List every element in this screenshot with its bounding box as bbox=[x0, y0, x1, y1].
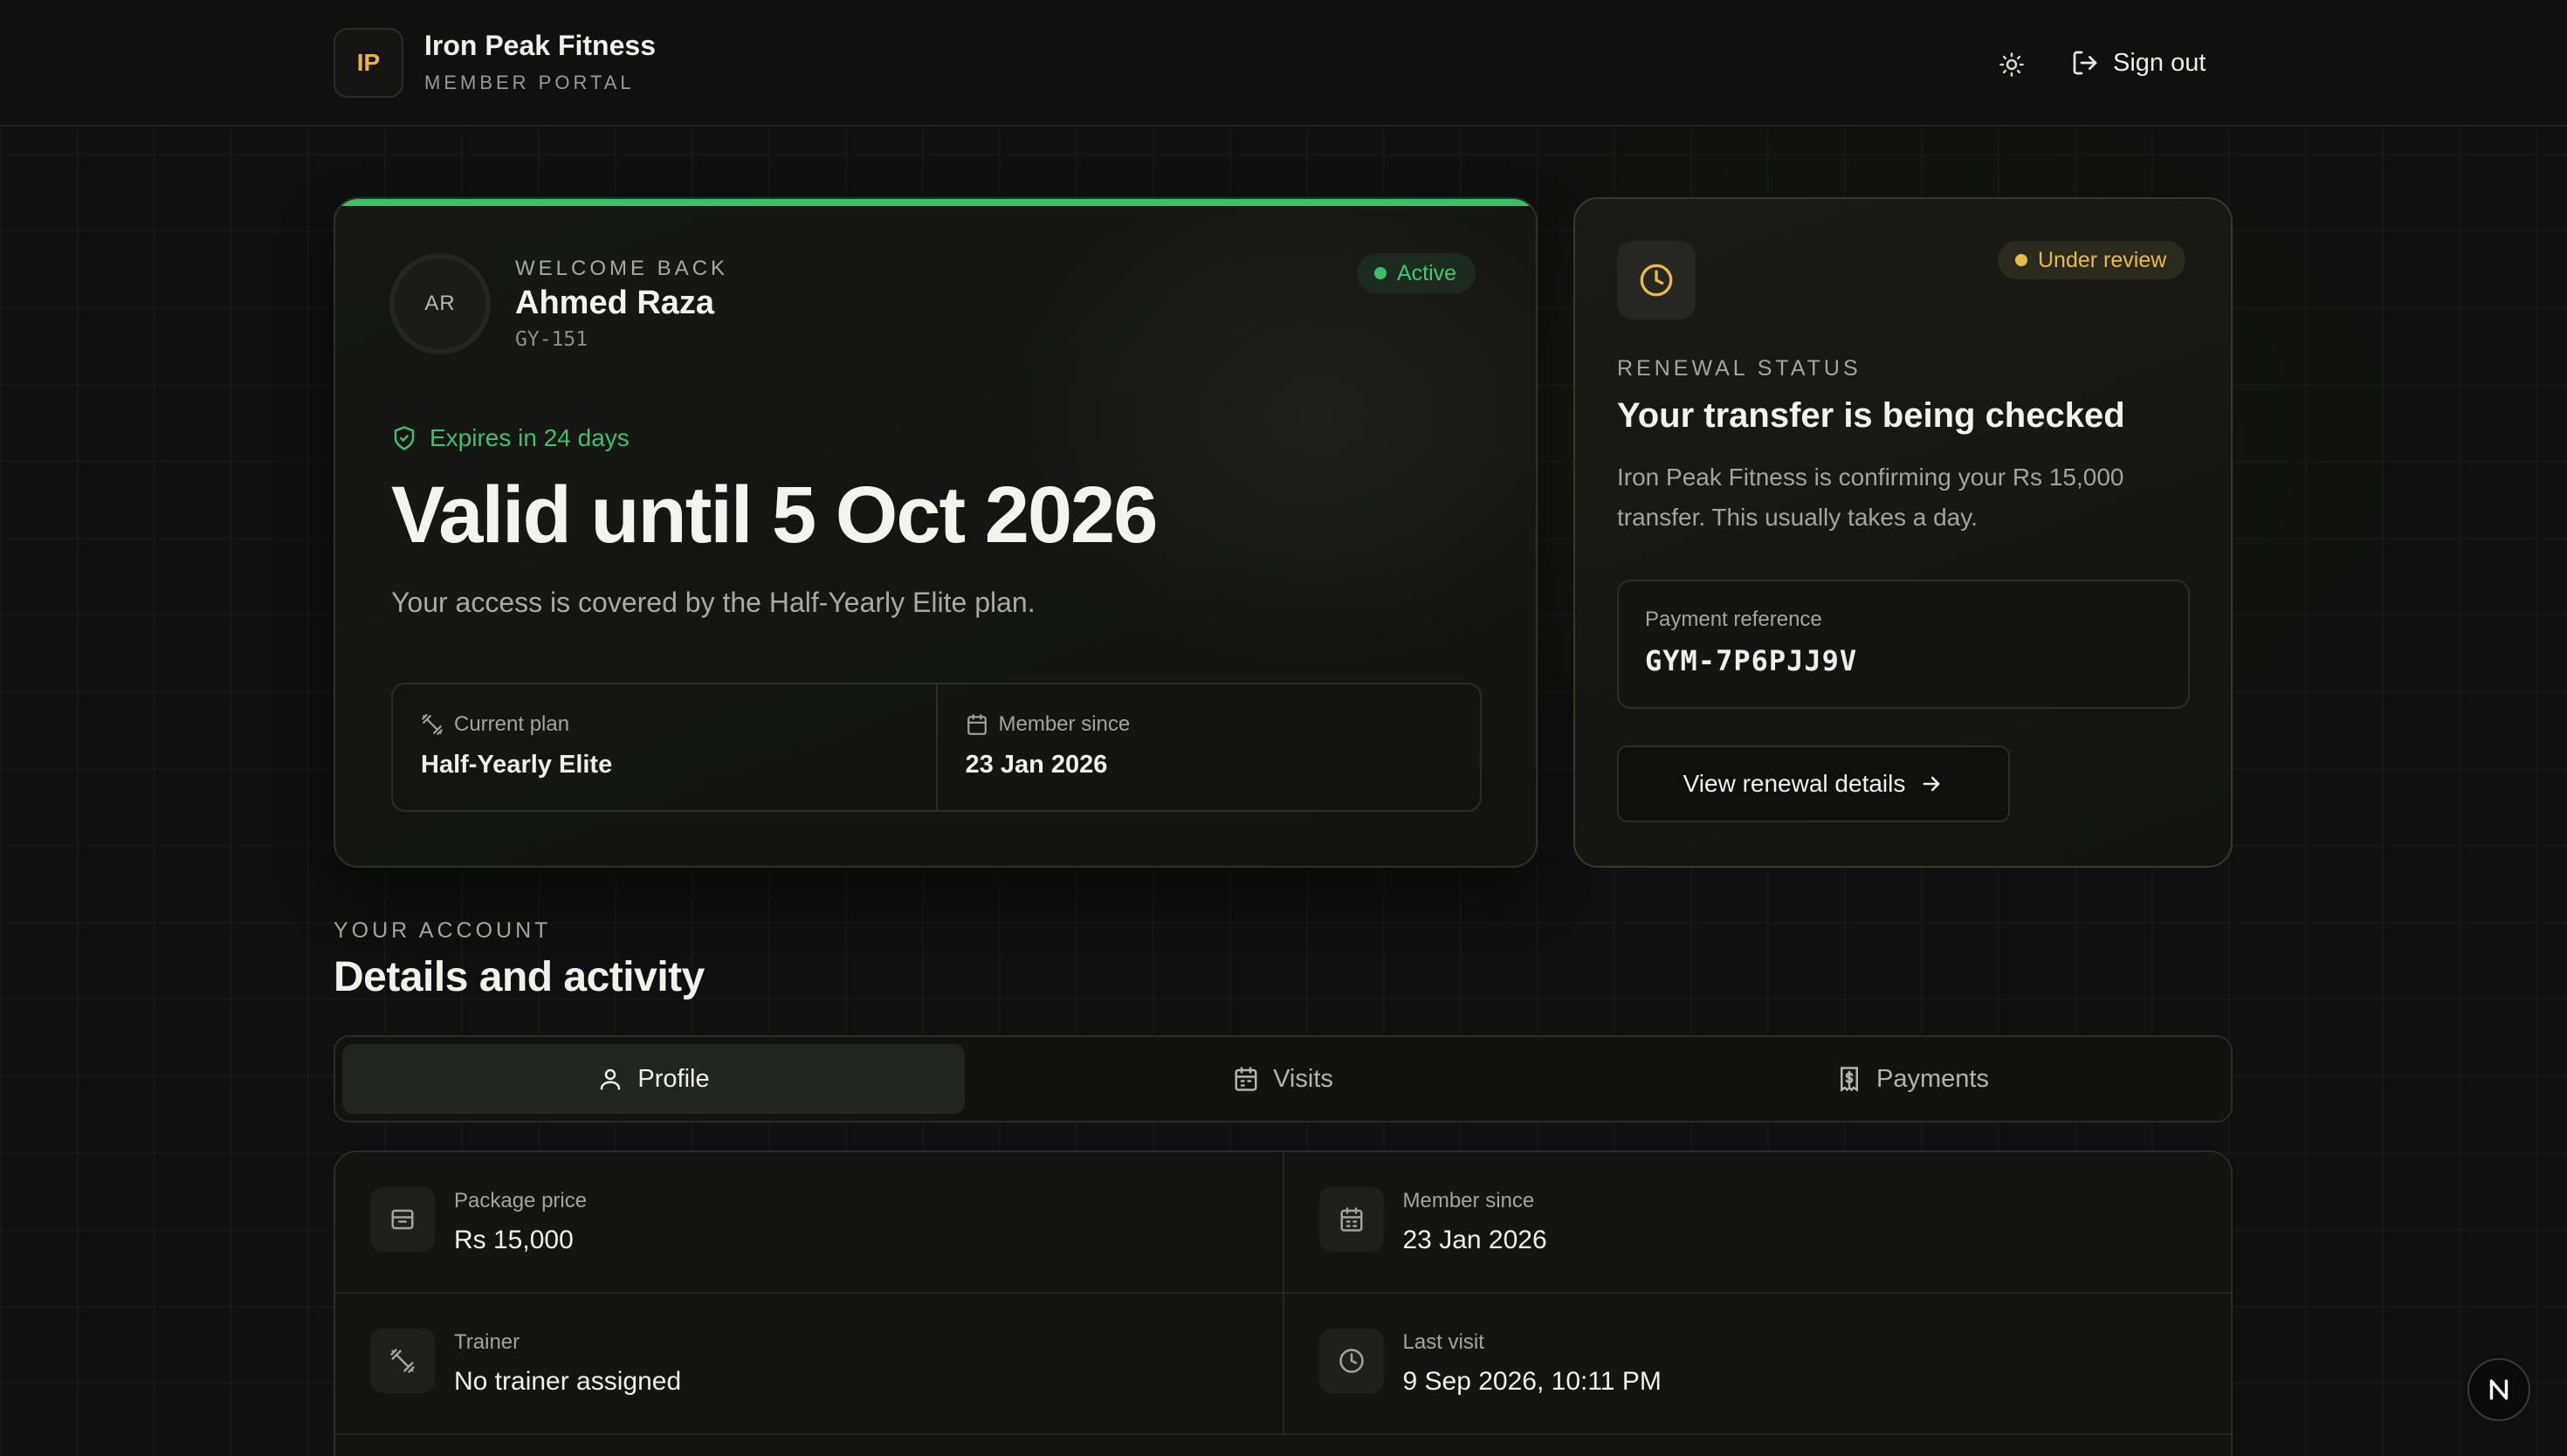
brand-logo[interactable]: IP bbox=[334, 28, 403, 98]
welcome-label: WELCOME BACK bbox=[515, 257, 729, 280]
trainer-cell: Trainer No trainer assigned bbox=[335, 1294, 1283, 1433]
current-plan-cell: Current plan Half-Yearly Elite bbox=[393, 684, 936, 810]
expiry-notice: Expires in 24 days bbox=[391, 424, 630, 452]
calendar-icon bbox=[966, 713, 988, 736]
tab-payments-label: Payments bbox=[1876, 1064, 1989, 1093]
last-visit-cell: Last visit 9 Sep 2026, 10:11 PM bbox=[1282, 1294, 2232, 1433]
expiry-text: Expires in 24 days bbox=[430, 424, 630, 451]
payment-reference-box: Payment reference GYM-7P6PJJ9V bbox=[1617, 580, 2190, 709]
clock-icon bbox=[1318, 1329, 1384, 1393]
renewal-eyebrow: RENEWAL STATUS bbox=[1617, 356, 1862, 381]
view-renewal-details-label: View renewal details bbox=[1683, 770, 1906, 797]
sign-out-button[interactable]: Sign out bbox=[2071, 44, 2206, 82]
current-plan-label: Current plan bbox=[454, 712, 570, 736]
payment-reference-value[interactable]: GYM-7P6PJJ9V bbox=[1645, 644, 1857, 677]
member-since-label-row: Member since bbox=[966, 712, 1453, 737]
membership-card: AR WELCOME BACK Ahmed Raza GY-151 Active… bbox=[334, 197, 1538, 868]
avatar: AR bbox=[389, 253, 491, 354]
brand-name: Iron Peak Fitness bbox=[424, 30, 656, 61]
review-dot bbox=[2015, 254, 2027, 266]
user-icon bbox=[597, 1066, 623, 1092]
member-name: Ahmed Raza bbox=[515, 285, 715, 321]
renewal-clock-badge bbox=[1617, 241, 1696, 319]
tab-profile-label: Profile bbox=[637, 1064, 710, 1093]
dumbbell-icon bbox=[421, 713, 444, 736]
status-badge-label: Active bbox=[1397, 260, 1457, 285]
sign-out-label: Sign out bbox=[2113, 48, 2206, 77]
review-status-label: Under review bbox=[2038, 247, 2167, 272]
coverage-text: Your access is covered by the Half-Yearl… bbox=[391, 587, 1036, 618]
details-row: Package price Rs 15,000 Member since 23 … bbox=[335, 1152, 2231, 1294]
top-header: IP Iron Peak Fitness MEMBER PORTAL Sign … bbox=[0, 0, 2567, 127]
account-title: Details and activity bbox=[334, 954, 705, 1000]
brand-subtitle: MEMBER PORTAL bbox=[424, 72, 635, 93]
member-since-cell: Member since 23 Jan 2026 bbox=[935, 684, 1481, 810]
clock-icon bbox=[1639, 263, 1674, 298]
package-icon bbox=[370, 1187, 435, 1252]
package-price-label: Package price bbox=[454, 1189, 588, 1212]
tab-visits[interactable]: Visits bbox=[972, 1044, 1594, 1114]
current-plan-label-row: Current plan bbox=[421, 712, 908, 737]
shield-check-icon bbox=[391, 425, 417, 451]
renewal-status-card: Under review RENEWAL STATUS Your transfe… bbox=[1573, 197, 2233, 868]
log-out-icon bbox=[2071, 49, 2099, 77]
tab-visits-label: Visits bbox=[1273, 1064, 1333, 1093]
profile-details-grid: Package price Rs 15,000 Member since 23 … bbox=[334, 1150, 2233, 1456]
calendar-icon bbox=[1318, 1187, 1384, 1252]
details-row: Trainer No trainer assigned Last visit 9… bbox=[335, 1294, 2231, 1435]
theme-toggle-button[interactable] bbox=[1992, 45, 2031, 84]
view-renewal-details-button[interactable]: View renewal details bbox=[1617, 745, 2010, 822]
calendar-icon bbox=[1233, 1066, 1259, 1092]
trainer-label: Trainer bbox=[454, 1330, 520, 1354]
member-since-detail-value: 23 Jan 2026 bbox=[1402, 1226, 1547, 1254]
payment-reference-label: Payment reference bbox=[1645, 608, 1822, 631]
plan-summary: Current plan Half-Yearly Elite Member si… bbox=[391, 683, 1482, 812]
current-plan-value: Half-Yearly Elite bbox=[421, 751, 613, 779]
tab-payments[interactable]: Payments bbox=[1601, 1044, 2224, 1114]
dev-tools-badge[interactable] bbox=[2467, 1358, 2530, 1421]
valid-until-heading: Valid until 5 Oct 2026 bbox=[391, 470, 1158, 560]
member-since-detail-cell: Member since 23 Jan 2026 bbox=[1282, 1152, 2232, 1292]
status-badge: Active bbox=[1357, 253, 1476, 293]
dumbbell-icon bbox=[370, 1329, 435, 1393]
renewal-title: Your transfer is being checked bbox=[1617, 396, 2125, 435]
review-status-badge: Under review bbox=[1998, 241, 2186, 279]
package-price-value: Rs 15,000 bbox=[454, 1226, 574, 1254]
member-id: GY-151 bbox=[515, 328, 588, 351]
arrow-right-icon bbox=[1919, 772, 1944, 796]
member-since-detail-label: Member since bbox=[1402, 1189, 1535, 1212]
sun-icon bbox=[1999, 52, 2025, 78]
trainer-value: No trainer assigned bbox=[454, 1367, 682, 1396]
tab-profile[interactable]: Profile bbox=[342, 1044, 965, 1114]
last-visit-value: 9 Sep 2026, 10:11 PM bbox=[1402, 1367, 1662, 1396]
account-tabs: Profile Visits Payments bbox=[334, 1035, 2233, 1123]
status-dot bbox=[1374, 267, 1387, 279]
last-visit-label: Last visit bbox=[1402, 1330, 1484, 1354]
package-price-cell: Package price Rs 15,000 bbox=[335, 1152, 1283, 1292]
renewal-description: Iron Peak Fitness is confirming your Rs … bbox=[1617, 464, 2124, 531]
member-since-value: 23 Jan 2026 bbox=[965, 751, 1108, 779]
account-eyebrow: YOUR ACCOUNT bbox=[334, 918, 552, 943]
n-logo-icon bbox=[2484, 1375, 2514, 1404]
member-since-label: Member since bbox=[998, 712, 1131, 736]
receipt-icon bbox=[1836, 1066, 1862, 1092]
